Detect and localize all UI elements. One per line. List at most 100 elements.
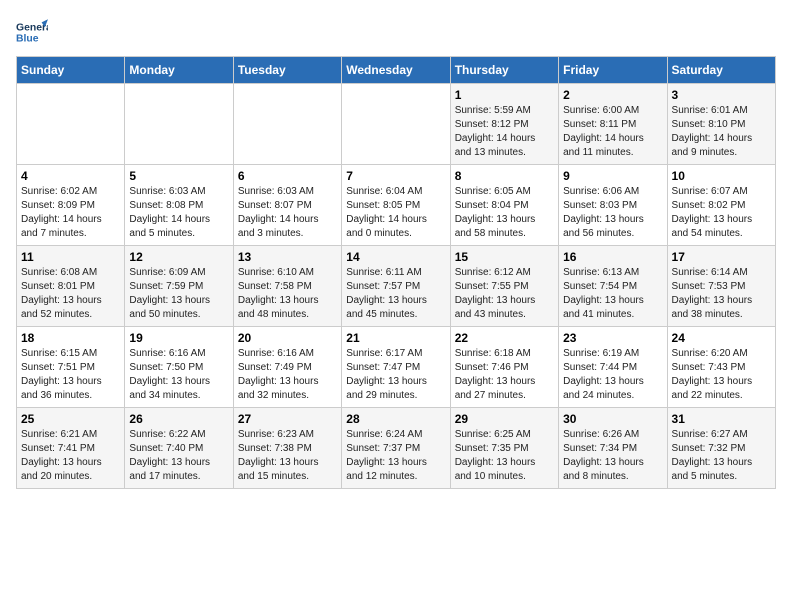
day-number: 16 — [563, 250, 662, 264]
day-number: 13 — [238, 250, 337, 264]
day-info: Sunrise: 5:59 AM Sunset: 8:12 PM Dayligh… — [455, 104, 554, 160]
day-number: 23 — [563, 331, 662, 345]
day-info: Sunrise: 6:16 AM Sunset: 7:50 PM Dayligh… — [129, 347, 228, 403]
day-info: Sunrise: 6:11 AM Sunset: 7:57 PM Dayligh… — [346, 266, 445, 322]
calendar-cell — [125, 84, 233, 165]
day-info: Sunrise: 6:24 AM Sunset: 7:37 PM Dayligh… — [346, 428, 445, 484]
calendar-cell: 30 Sunrise: 6:26 AM Sunset: 7:34 PM Dayli… — [559, 408, 667, 489]
calendar-cell: 9 Sunrise: 6:06 AM Sunset: 8:03 PM Daylig… — [559, 165, 667, 246]
day-number: 31 — [672, 412, 771, 426]
calendar-cell: 28Sunrise: 6:24 AM Sunset: 7:37 PM Dayli… — [342, 408, 450, 489]
calendar-cell: 11 Sunrise: 6:08 AM Sunset: 8:01 PM Dayli… — [17, 246, 125, 327]
calendar-cell: 31 Sunrise: 6:27 AM Sunset: 7:32 PM Dayli… — [667, 408, 775, 489]
svg-text:Blue: Blue — [16, 34, 39, 45]
calendar-header-row: SundayMondayTuesdayWednesdayThursdayFrid… — [17, 57, 776, 84]
day-info: Sunrise: 6:12 AM Sunset: 7:55 PM Dayligh… — [455, 266, 554, 322]
calendar-cell: 24 Sunrise: 6:20 AM Sunset: 7:43 PM Dayli… — [667, 327, 775, 408]
calendar-cell: 10 Sunrise: 6:07 AM Sunset: 8:02 PM Dayli… — [667, 165, 775, 246]
calendar-week-row: 25Sunrise: 6:21 AM Sunset: 7:41 PM Dayli… — [17, 408, 776, 489]
day-number: 25 — [21, 412, 120, 426]
calendar-week-row: 18 Sunrise: 6:15 AM Sunset: 7:51 PM Dayli… — [17, 327, 776, 408]
day-number: 30 — [563, 412, 662, 426]
day-number: 19 — [129, 331, 228, 345]
day-number: 22 — [455, 331, 554, 345]
day-info: Sunrise: 6:03 AM Sunset: 8:07 PM Dayligh… — [238, 185, 337, 241]
calendar-cell: 27Sunrise: 6:23 AM Sunset: 7:38 PM Dayli… — [233, 408, 341, 489]
calendar-cell: 6 Sunrise: 6:03 AM Sunset: 8:07 PM Daylig… — [233, 165, 341, 246]
weekday-header: Wednesday — [342, 57, 450, 84]
weekday-header: Sunday — [17, 57, 125, 84]
page-header: General Blue — [16, 16, 776, 48]
calendar-cell: 19 Sunrise: 6:16 AM Sunset: 7:50 PM Dayli… — [125, 327, 233, 408]
day-number: 15 — [455, 250, 554, 264]
day-info: Sunrise: 6:10 AM Sunset: 7:58 PM Dayligh… — [238, 266, 337, 322]
day-info: Sunrise: 6:25 AM Sunset: 7:35 PM Dayligh… — [455, 428, 554, 484]
weekday-header: Saturday — [667, 57, 775, 84]
day-info: Sunrise: 6:02 AM Sunset: 8:09 PM Dayligh… — [21, 185, 120, 241]
day-number: 6 — [238, 169, 337, 183]
day-number: 2 — [563, 88, 662, 102]
day-info: Sunrise: 6:22 AM Sunset: 7:40 PM Dayligh… — [129, 428, 228, 484]
calendar-cell: 1 Sunrise: 5:59 AM Sunset: 8:12 PM Daylig… — [450, 84, 558, 165]
calendar-cell: 13 Sunrise: 6:10 AM Sunset: 7:58 PM Dayli… — [233, 246, 341, 327]
day-info: Sunrise: 6:20 AM Sunset: 7:43 PM Dayligh… — [672, 347, 771, 403]
calendar-cell: 2 Sunrise: 6:00 AM Sunset: 8:11 PM Daylig… — [559, 84, 667, 165]
calendar-cell: 25Sunrise: 6:21 AM Sunset: 7:41 PM Dayli… — [17, 408, 125, 489]
day-info: Sunrise: 6:07 AM Sunset: 8:02 PM Dayligh… — [672, 185, 771, 241]
calendar-cell: 18 Sunrise: 6:15 AM Sunset: 7:51 PM Dayli… — [17, 327, 125, 408]
day-info: Sunrise: 6:01 AM Sunset: 8:10 PM Dayligh… — [672, 104, 771, 160]
day-info: Sunrise: 6:08 AM Sunset: 8:01 PM Dayligh… — [21, 266, 120, 322]
weekday-header: Thursday — [450, 57, 558, 84]
day-info: Sunrise: 6:16 AM Sunset: 7:49 PM Dayligh… — [238, 347, 337, 403]
logo-icon: General Blue — [16, 16, 48, 48]
day-info: Sunrise: 6:17 AM Sunset: 7:47 PM Dayligh… — [346, 347, 445, 403]
day-number: 4 — [21, 169, 120, 183]
day-number: 18 — [21, 331, 120, 345]
calendar-cell: 8Sunrise: 6:05 AM Sunset: 8:04 PM Daylig… — [450, 165, 558, 246]
day-number: 1 — [455, 88, 554, 102]
calendar-week-row: 4 Sunrise: 6:02 AM Sunset: 8:09 PM Daylig… — [17, 165, 776, 246]
day-info: Sunrise: 6:04 AM Sunset: 8:05 PM Dayligh… — [346, 185, 445, 241]
day-number: 17 — [672, 250, 771, 264]
day-number: 21 — [346, 331, 445, 345]
day-number: 9 — [563, 169, 662, 183]
calendar-cell: 7Sunrise: 6:04 AM Sunset: 8:05 PM Daylig… — [342, 165, 450, 246]
calendar-cell: 5Sunrise: 6:03 AM Sunset: 8:08 PM Daylig… — [125, 165, 233, 246]
calendar-cell: 22Sunrise: 6:18 AM Sunset: 7:46 PM Dayli… — [450, 327, 558, 408]
day-number: 20 — [238, 331, 337, 345]
weekday-header: Friday — [559, 57, 667, 84]
day-info: Sunrise: 6:13 AM Sunset: 7:54 PM Dayligh… — [563, 266, 662, 322]
day-number: 3 — [672, 88, 771, 102]
day-number: 24 — [672, 331, 771, 345]
day-info: Sunrise: 6:06 AM Sunset: 8:03 PM Dayligh… — [563, 185, 662, 241]
calendar-cell — [17, 84, 125, 165]
day-number: 8 — [455, 169, 554, 183]
weekday-header: Tuesday — [233, 57, 341, 84]
calendar-cell: 23 Sunrise: 6:19 AM Sunset: 7:44 PM Dayli… — [559, 327, 667, 408]
day-info: Sunrise: 6:26 AM Sunset: 7:34 PM Dayligh… — [563, 428, 662, 484]
calendar-week-row: 11 Sunrise: 6:08 AM Sunset: 8:01 PM Dayli… — [17, 246, 776, 327]
day-number: 26 — [129, 412, 228, 426]
calendar-cell: 14 Sunrise: 6:11 AM Sunset: 7:57 PM Dayli… — [342, 246, 450, 327]
day-info: Sunrise: 6:27 AM Sunset: 7:32 PM Dayligh… — [672, 428, 771, 484]
calendar-week-row: 1 Sunrise: 5:59 AM Sunset: 8:12 PM Daylig… — [17, 84, 776, 165]
day-info: Sunrise: 6:15 AM Sunset: 7:51 PM Dayligh… — [21, 347, 120, 403]
day-info: Sunrise: 6:19 AM Sunset: 7:44 PM Dayligh… — [563, 347, 662, 403]
day-number: 27 — [238, 412, 337, 426]
calendar-cell: 20 Sunrise: 6:16 AM Sunset: 7:49 PM Dayli… — [233, 327, 341, 408]
day-number: 5 — [129, 169, 228, 183]
calendar-cell: 26 Sunrise: 6:22 AM Sunset: 7:40 PM Dayli… — [125, 408, 233, 489]
calendar-cell — [233, 84, 341, 165]
day-info: Sunrise: 6:00 AM Sunset: 8:11 PM Dayligh… — [563, 104, 662, 160]
day-number: 14 — [346, 250, 445, 264]
calendar-cell: 29 Sunrise: 6:25 AM Sunset: 7:35 PM Dayli… — [450, 408, 558, 489]
calendar-table: SundayMondayTuesdayWednesdayThursdayFrid… — [16, 56, 776, 489]
day-number: 12 — [129, 250, 228, 264]
calendar-cell: 12Sunrise: 6:09 AM Sunset: 7:59 PM Dayli… — [125, 246, 233, 327]
logo: General Blue — [16, 16, 48, 48]
day-number: 29 — [455, 412, 554, 426]
calendar-cell: 17 Sunrise: 6:14 AM Sunset: 7:53 PM Dayli… — [667, 246, 775, 327]
day-info: Sunrise: 6:14 AM Sunset: 7:53 PM Dayligh… — [672, 266, 771, 322]
day-number: 10 — [672, 169, 771, 183]
day-number: 11 — [21, 250, 120, 264]
